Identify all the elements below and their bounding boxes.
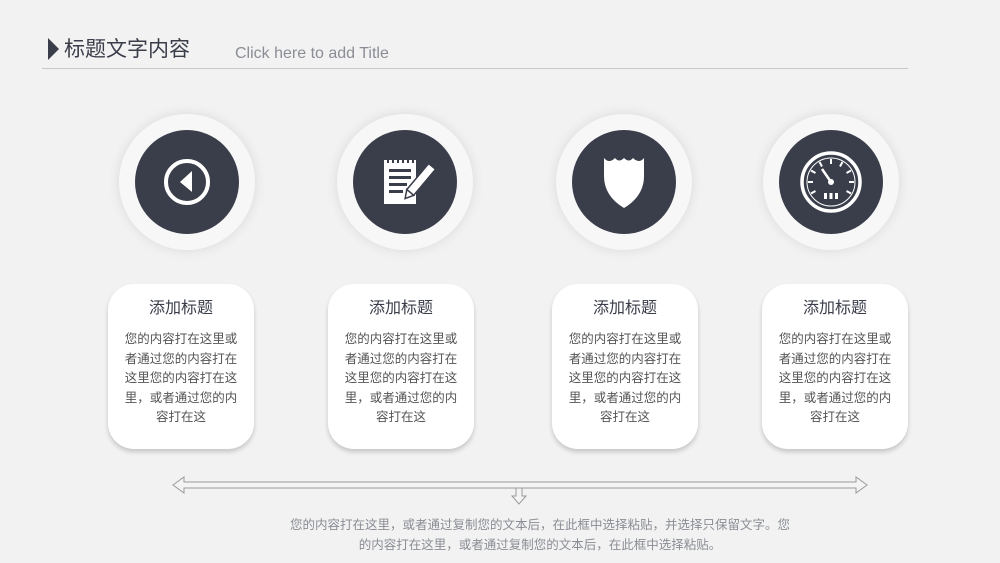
card-body[interactable]: 您的内容打在这里或者通过您的内容打在这里您的内容打在这里，或者通过您的内容打在这 — [564, 329, 686, 427]
card-title[interactable]: 添加标题 — [552, 297, 698, 319]
header-divider — [42, 68, 908, 69]
page-subtitle[interactable]: Click here to add Title — [235, 44, 389, 64]
compass-icon — [164, 159, 210, 205]
icon-disc-1 — [135, 130, 239, 234]
icon-circle-3 — [556, 114, 692, 250]
content-card-4: 添加标题 您的内容打在这里或者通过您的内容打在这里您的内容打在这里，或者通过您的… — [762, 284, 908, 449]
card-title[interactable]: 添加标题 — [328, 297, 474, 319]
double-arrow-connector — [172, 476, 868, 505]
icon-disc-2 — [353, 130, 457, 234]
icon-disc-3 — [572, 130, 676, 234]
card-body[interactable]: 您的内容打在这里或者通过您的内容打在这里您的内容打在这里，或者通过您的内容打在这 — [774, 329, 896, 427]
card-title[interactable]: 添加标题 — [108, 297, 254, 319]
card-title[interactable]: 添加标题 — [762, 297, 908, 319]
content-card-1: 添加标题 您的内容打在这里或者通过您的内容打在这里您的内容打在这里，或者通过您的… — [108, 284, 254, 449]
header-triangle-marker — [48, 38, 59, 60]
page-title: 标题文字内容 — [64, 37, 190, 61]
icon-disc-4 — [779, 130, 883, 234]
icon-circle-1 — [119, 114, 255, 250]
content-card-2: 添加标题 您的内容打在这里或者通过您的内容打在这里您的内容打在这里，或者通过您的… — [328, 284, 474, 449]
icon-circle-2 — [337, 114, 473, 250]
speedometer-icon — [800, 151, 862, 213]
shield-icon — [604, 158, 644, 208]
content-card-3: 添加标题 您的内容打在这里或者通过您的内容打在这里您的内容打在这里，或者通过您的… — [552, 284, 698, 449]
icon-circle-4 — [763, 114, 899, 250]
notepad-pen-icon — [384, 158, 435, 204]
footer-description[interactable]: 您的内容打在这里，或者通过复制您的文本后，在此框中选择粘贴，并选择只保留文字。您… — [290, 515, 790, 555]
card-body[interactable]: 您的内容打在这里或者通过您的内容打在这里您的内容打在这里，或者通过您的内容打在这 — [120, 329, 242, 427]
card-body[interactable]: 您的内容打在这里或者通过您的内容打在这里您的内容打在这里，或者通过您的内容打在这 — [340, 329, 462, 427]
